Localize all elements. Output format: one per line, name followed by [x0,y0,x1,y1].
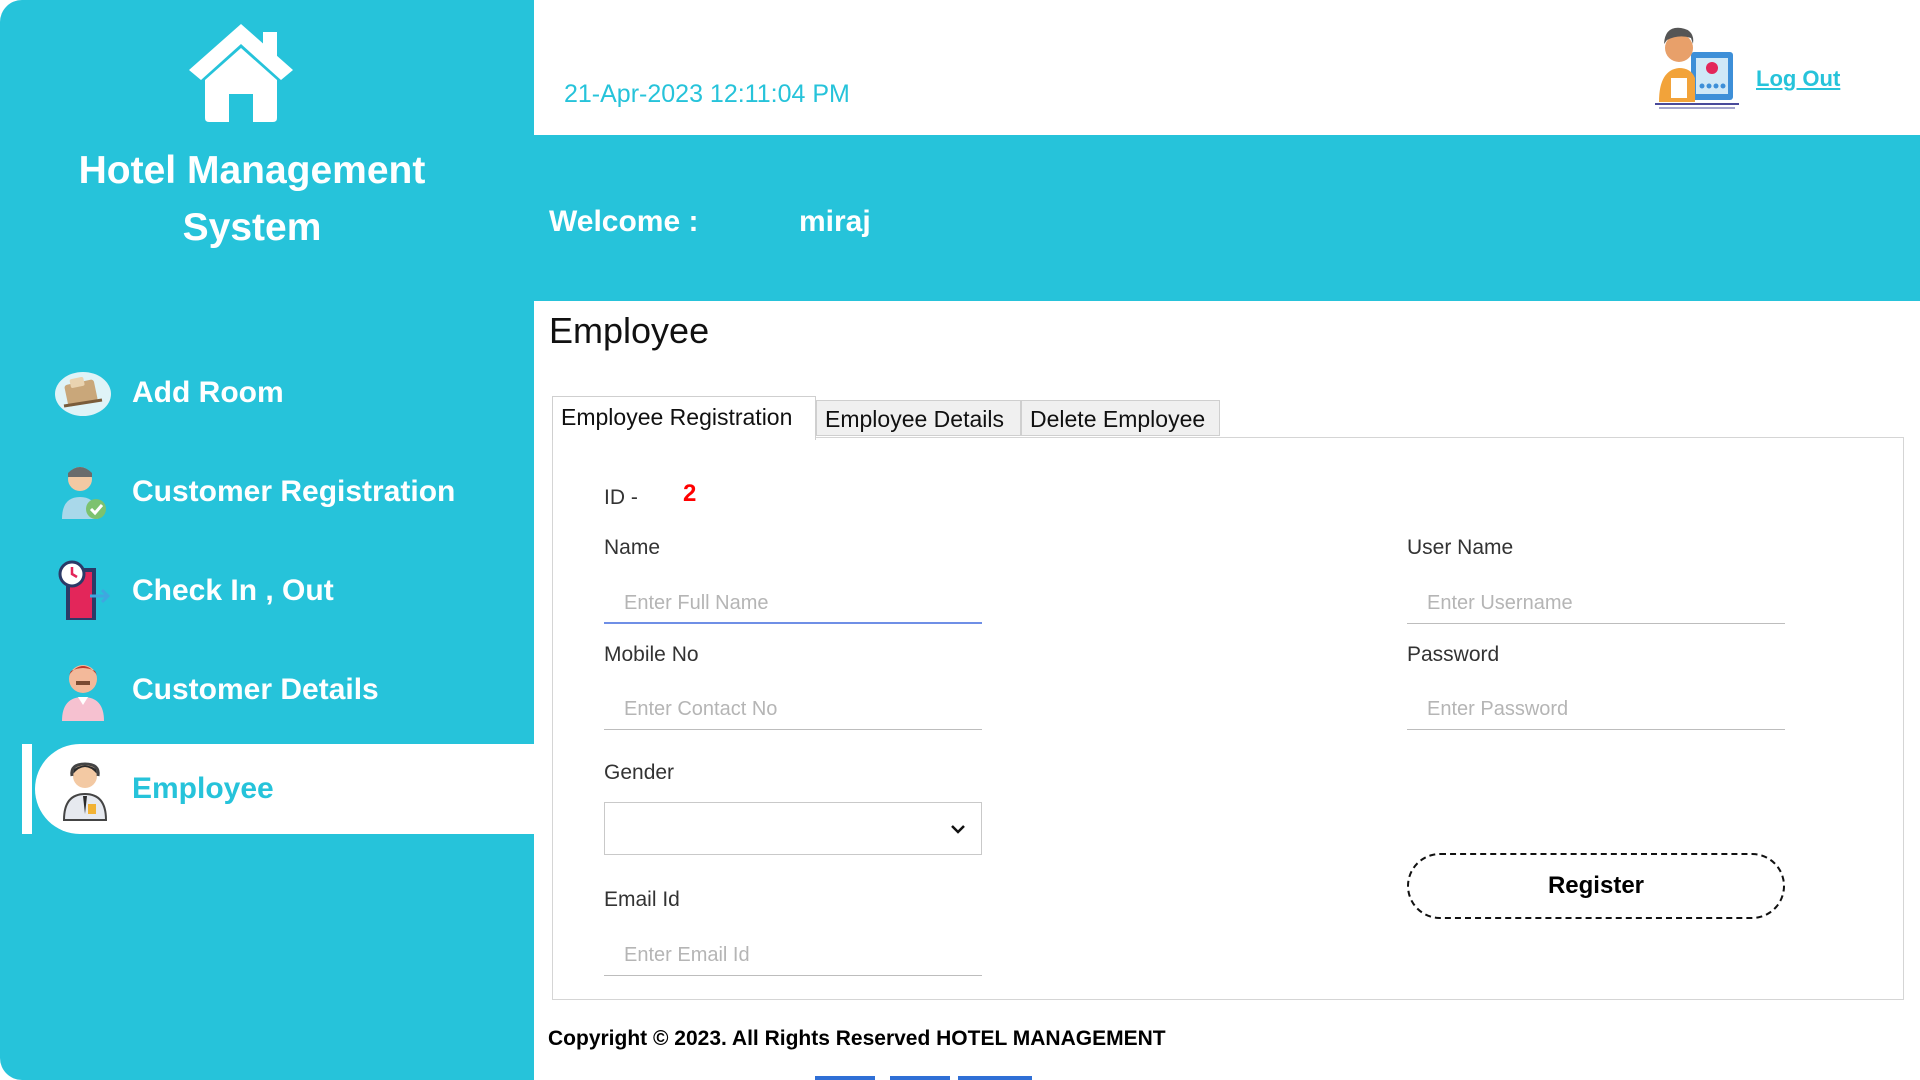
taskbar-indicator [815,1076,875,1080]
employee-icon [62,762,108,821]
employee-id-value: 2 [683,480,697,507]
app-title: Hotel Management System [30,142,474,256]
taskbar-indicator [890,1076,950,1080]
footer-copyright: Copyright © 2023. All Rights Reserved HO… [548,1027,1166,1050]
mobile-input[interactable] [604,690,982,730]
sidebar-item-customer-registration[interactable]: Customer Registration [0,447,534,537]
user-avatar-icon [1655,27,1739,109]
gender-label: Gender [604,761,675,784]
email-input[interactable] [604,936,982,976]
logout-link[interactable]: Log Out [1756,66,1840,92]
sidebar-item-label: Employee [132,772,274,805]
sidebar-item-label: Customer Details [132,673,379,706]
tab-employee-registration[interactable]: Employee Registration [552,396,816,440]
active-indicator-bar [22,744,32,834]
welcome-username: miraj [799,205,871,238]
gender-select[interactable] [604,802,982,855]
welcome-banner: Welcome : miraj [534,135,1920,301]
email-label: Email Id [604,888,680,911]
sidebar-item-label: Check In , Out [132,574,334,607]
tab-delete-employee[interactable]: Delete Employee [1021,400,1220,436]
sidebar-item-customer-details[interactable]: Customer Details [0,645,534,735]
check-in-out-door-icon [58,560,111,620]
password-label: Password [1407,643,1500,666]
customer-registration-icon [62,467,106,519]
app-title-line2: System [182,206,322,249]
welcome-label: Welcome : [549,205,699,238]
username-input[interactable] [1407,584,1785,624]
taskbar-indicator [958,1076,1032,1080]
sidebar-item-check-in-out[interactable]: Check In , Out [0,546,534,636]
sidebar-item-label: Customer Registration [132,475,456,508]
register-button[interactable]: Register [1407,853,1785,919]
username-label: User Name [1407,536,1514,559]
bed-icon [55,372,111,416]
app-title-line1: Hotel Management [78,149,426,192]
home-icon [189,24,293,122]
datetime-display: 21-Apr-2023 12:11:04 PM [564,80,850,108]
password-input[interactable] [1407,690,1785,730]
sidebar: Hotel Management System Add Room Custome… [0,0,534,1080]
chevron-down-icon [951,825,965,834]
customer-details-icon [62,665,104,721]
sidebar-item-employee[interactable]: Employee [0,744,534,834]
page-title: Employee [549,310,710,351]
employee-registration-panel: ID - 2 Name Mobile No Gender Email Id Us… [552,437,1904,1000]
header: 21-Apr-2023 12:11:04 PM Log Out [534,0,1920,135]
app-window: Hotel Management System Add Room Custome… [0,0,1920,1080]
mobile-label: Mobile No [604,643,699,666]
tab-employee-details[interactable]: Employee Details [816,400,1021,436]
name-label: Name [604,536,661,559]
sidebar-item-add-room[interactable]: Add Room [0,348,534,438]
full-name-input[interactable] [604,584,982,624]
id-label: ID - [604,486,638,509]
sidebar-item-label: Add Room [132,376,284,409]
